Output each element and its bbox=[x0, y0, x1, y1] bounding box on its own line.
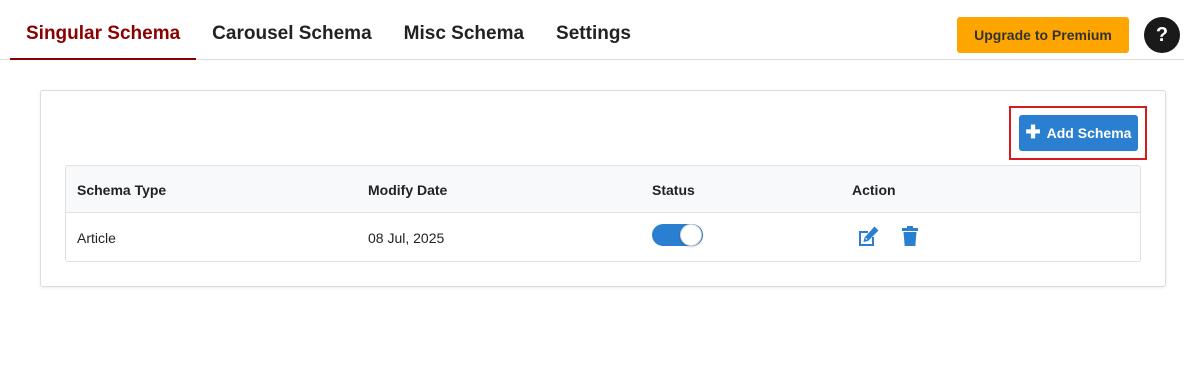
table-header: Schema Type Modify Date Status Action bbox=[66, 166, 1140, 213]
schema-table: Schema Type Modify Date Status Action Ar… bbox=[65, 165, 1141, 262]
cell-modify-date: 08 Jul, 2025 bbox=[368, 230, 445, 246]
plus-icon: ✚ bbox=[1025, 122, 1041, 142]
header-status: Status bbox=[652, 182, 695, 198]
table-row: Article 08 Jul, 2025 bbox=[66, 213, 1140, 261]
add-schema-label: Add Schema bbox=[1046, 125, 1132, 141]
upgrade-to-premium-button[interactable]: Upgrade to Premium bbox=[957, 17, 1129, 53]
tab-carousel-schema[interactable]: Carousel Schema bbox=[196, 0, 387, 60]
header-modify-date: Modify Date bbox=[368, 182, 448, 198]
header-action: Action bbox=[852, 182, 896, 198]
tab-misc-schema[interactable]: Misc Schema bbox=[388, 0, 540, 60]
trash-icon[interactable] bbox=[900, 225, 920, 252]
tab-settings[interactable]: Settings bbox=[540, 0, 647, 60]
tab-bar: Singular Schema Carousel Schema Misc Sch… bbox=[10, 0, 647, 60]
add-schema-button[interactable]: ✚ Add Schema bbox=[1019, 115, 1138, 151]
top-navigation: Singular Schema Carousel Schema Misc Sch… bbox=[0, 0, 1184, 60]
status-toggle[interactable] bbox=[652, 224, 703, 246]
help-icon[interactable]: ? bbox=[1144, 17, 1180, 53]
tab-singular-schema[interactable]: Singular Schema bbox=[10, 0, 197, 60]
header-schema-type: Schema Type bbox=[77, 182, 167, 198]
toggle-knob bbox=[680, 224, 702, 246]
edit-icon[interactable] bbox=[856, 225, 880, 252]
cell-schema-type: Article bbox=[77, 230, 116, 246]
